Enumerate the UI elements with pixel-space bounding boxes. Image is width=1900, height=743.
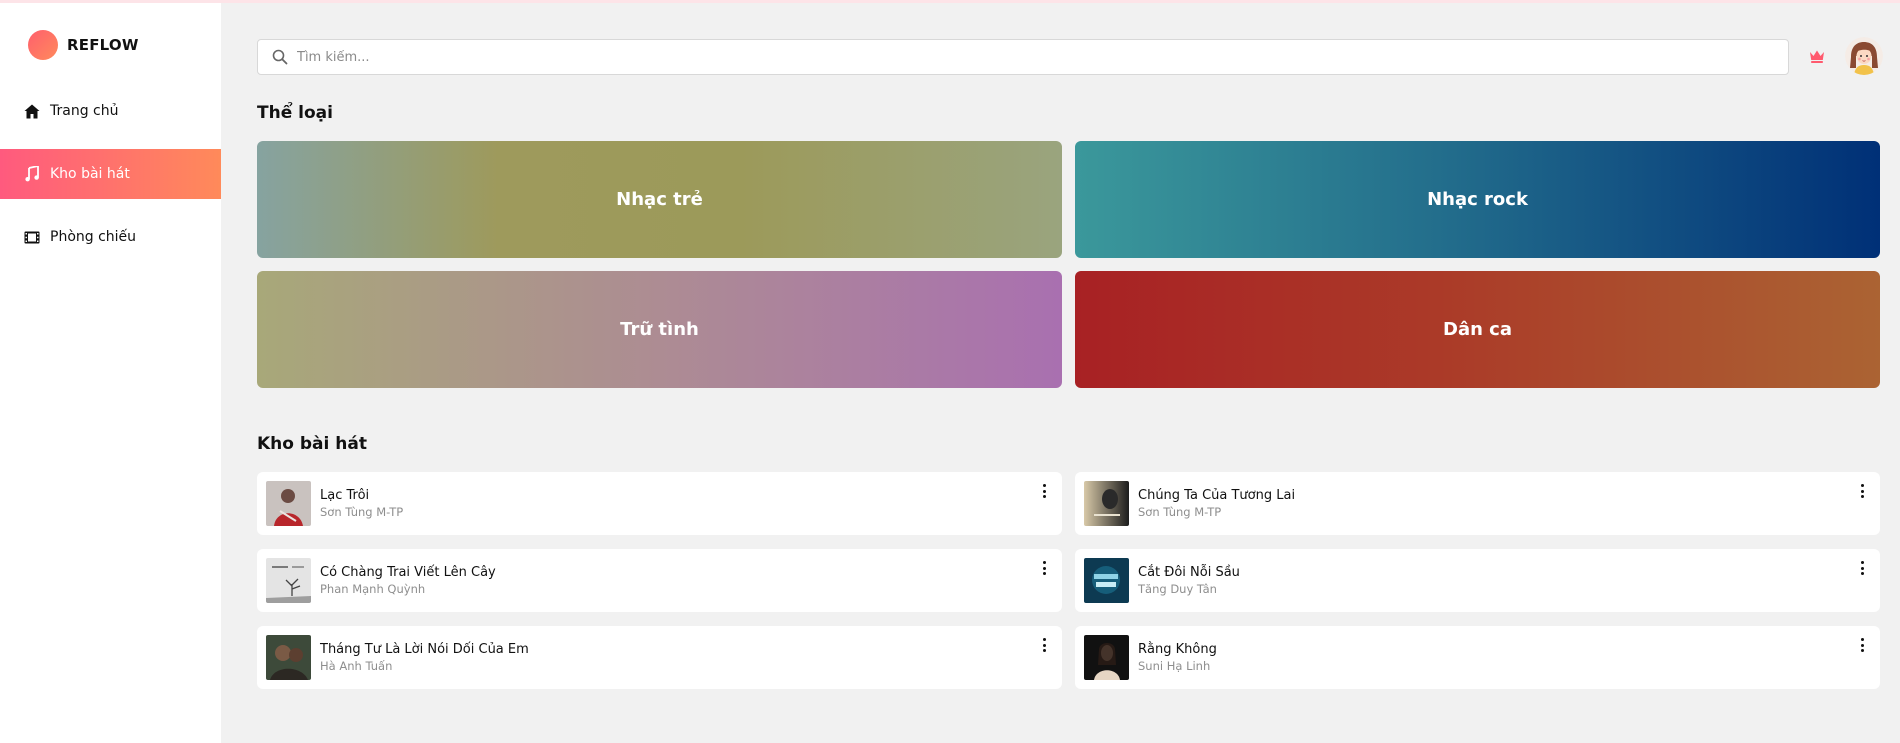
user-avatar[interactable] bbox=[1845, 37, 1883, 75]
more-options-icon[interactable] bbox=[1038, 484, 1050, 498]
song-artist: Tăng Duy Tân bbox=[1138, 582, 1217, 596]
song-cover-image bbox=[266, 481, 311, 526]
sidebar-item-label: Trang chủ bbox=[50, 103, 119, 119]
music-note-icon bbox=[23, 165, 41, 183]
more-options-icon[interactable] bbox=[1856, 561, 1868, 575]
song-item[interactable]: Cắt Đôi Nỗi Sầu Tăng Duy Tân bbox=[1075, 549, 1880, 612]
song-cover-image bbox=[1084, 558, 1129, 603]
song-artist: Hà Anh Tuấn bbox=[320, 659, 393, 673]
song-item[interactable]: Có Chàng Trai Viết Lên Cây Phan Mạnh Quỳ… bbox=[257, 549, 1062, 612]
song-title: Cắt Đôi Nỗi Sầu bbox=[1138, 565, 1240, 580]
genre-label: Dân ca bbox=[1443, 319, 1512, 340]
logo-mark-icon bbox=[28, 30, 58, 60]
song-cover-image bbox=[266, 635, 311, 680]
more-options-icon[interactable] bbox=[1038, 561, 1050, 575]
more-options-icon[interactable] bbox=[1856, 638, 1868, 652]
genre-card-nhac-rock[interactable]: Nhạc rock bbox=[1075, 141, 1880, 258]
song-title: Lạc Trôi bbox=[320, 488, 370, 503]
song-title: Rằng Không bbox=[1138, 642, 1217, 657]
sidebar: REFLOW Trang chủ Kho bài hát Phòng chiếu bbox=[0, 0, 221, 743]
genre-label: Trữ tình bbox=[620, 319, 699, 340]
song-title: Tháng Tư Là Lời Nói Dối Của Em bbox=[320, 642, 529, 657]
more-options-icon[interactable] bbox=[1856, 484, 1868, 498]
song-cover-image bbox=[1084, 635, 1129, 680]
genre-card-tru-tinh[interactable]: Trữ tình bbox=[257, 271, 1062, 388]
top-accent-line bbox=[0, 0, 1900, 3]
song-item[interactable]: Rằng Không Suni Hạ Linh bbox=[1075, 626, 1880, 689]
sidebar-nav: Trang chủ Kho bài hát Phòng chiếu bbox=[0, 86, 221, 275]
genre-card-dan-ca[interactable]: Dân ca bbox=[1075, 271, 1880, 388]
genre-label: Nhạc rock bbox=[1427, 189, 1528, 210]
songs-section-title: Kho bài hát bbox=[257, 434, 367, 454]
song-cover-image bbox=[266, 558, 311, 603]
search-input[interactable] bbox=[297, 49, 1788, 65]
song-title: Có Chàng Trai Viết Lên Cây bbox=[320, 565, 496, 580]
sidebar-item-cinema[interactable]: Phòng chiếu bbox=[0, 212, 221, 262]
sidebar-item-song-library[interactable]: Kho bài hát bbox=[0, 149, 221, 199]
film-icon bbox=[23, 228, 41, 246]
sidebar-item-home[interactable]: Trang chủ bbox=[0, 86, 221, 136]
song-item[interactable]: Chúng Ta Của Tương Lai Sơn Tùng M-TP bbox=[1075, 472, 1880, 535]
song-artist: Suni Hạ Linh bbox=[1138, 659, 1211, 673]
genre-card-nhac-tre[interactable]: Nhạc trẻ bbox=[257, 141, 1062, 258]
song-cover-image bbox=[1084, 481, 1129, 526]
search-icon bbox=[272, 49, 288, 65]
brand-name: REFLOW bbox=[67, 36, 139, 54]
sidebar-item-label: Kho bài hát bbox=[50, 166, 130, 182]
genre-grid: Nhạc trẻ Nhạc rock Trữ tình Dân ca bbox=[257, 141, 1881, 388]
genre-label: Nhạc trẻ bbox=[616, 189, 703, 210]
genres-section-title: Thể loại bbox=[257, 103, 333, 123]
more-options-icon[interactable] bbox=[1038, 638, 1050, 652]
sidebar-item-label: Phòng chiếu bbox=[50, 229, 137, 245]
search-bar[interactable] bbox=[257, 39, 1789, 75]
song-artist: Sơn Tùng M-TP bbox=[320, 505, 404, 519]
brand-logo[interactable]: REFLOW bbox=[28, 30, 139, 60]
song-list: Lạc Trôi Sơn Tùng M-TP Chúng Ta Của Tươn… bbox=[257, 472, 1881, 689]
song-title: Chúng Ta Của Tương Lai bbox=[1138, 488, 1296, 503]
song-artist: Phan Mạnh Quỳnh bbox=[320, 582, 426, 596]
song-item[interactable]: Tháng Tư Là Lời Nói Dối Của Em Hà Anh Tu… bbox=[257, 626, 1062, 689]
home-icon bbox=[23, 102, 41, 120]
song-artist: Sơn Tùng M-TP bbox=[1138, 505, 1222, 519]
crown-icon[interactable] bbox=[1808, 47, 1826, 65]
song-item[interactable]: Lạc Trôi Sơn Tùng M-TP bbox=[257, 472, 1062, 535]
